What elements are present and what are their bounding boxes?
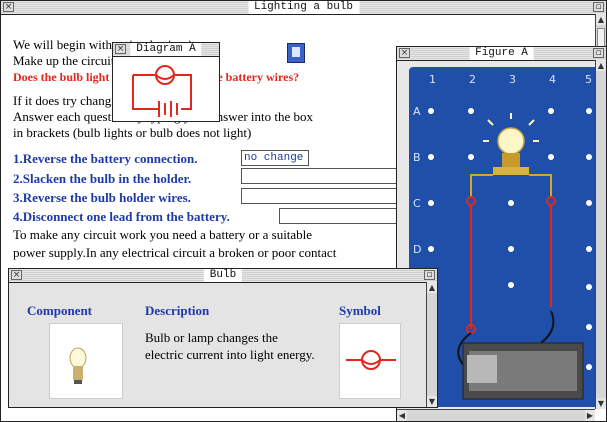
bulb-close-icon[interactable]: ×: [11, 270, 22, 280]
bulb-titlebar[interactable]: × Bulb ▫: [9, 269, 437, 283]
answer-field-1[interactable]: no change: [241, 150, 309, 166]
figure-titlebar[interactable]: × Figure A ▫: [397, 47, 606, 61]
main-title: Lighting a bulb: [247, 1, 360, 14]
scroll-left-icon[interactable]: ◀: [397, 410, 407, 421]
bulb-vertical-scrollbar[interactable]: ▲ ▼: [426, 282, 437, 407]
description-header: Description: [145, 303, 210, 318]
question-label: 1.Reverse the battery connection.: [13, 151, 198, 166]
text-line: in brackets (bulb lights or bulb does no…: [13, 125, 252, 140]
question-label: 2.Slacken the bulb in the holder.: [13, 171, 192, 186]
diagram-title: Diagram A: [130, 43, 202, 56]
answer-field-2[interactable]: [241, 168, 413, 184]
symbol-header: Symbol: [339, 303, 381, 318]
main-toggle-size-icon[interactable]: ▫: [593, 2, 604, 12]
figure-title: Figure A: [469, 47, 534, 60]
question-label: 3.Reverse the bulb holder wires.: [13, 190, 191, 205]
main-close-icon[interactable]: ×: [3, 2, 14, 12]
figure-close-icon[interactable]: ×: [399, 48, 410, 58]
picture-icon[interactable]: [287, 43, 305, 63]
component-header: Component: [27, 303, 93, 318]
question-label: 4.Disconnect one lead from the battery.: [13, 209, 230, 224]
diagram-close-icon[interactable]: ×: [115, 44, 126, 54]
answer-field-3[interactable]: [241, 188, 413, 204]
scroll-right-icon[interactable]: ▶: [585, 410, 595, 421]
scroll-up-icon[interactable]: ▲: [596, 14, 606, 25]
figure-horizontal-scrollbar[interactable]: ◀ ▶: [397, 409, 595, 421]
symbol-cell: [339, 323, 401, 399]
answer-field-4[interactable]: [279, 208, 413, 224]
scroll-down-icon[interactable]: ▼: [427, 396, 437, 407]
scroll-up-icon[interactable]: ▲: [596, 60, 606, 71]
scroll-down-icon[interactable]: ▼: [596, 398, 606, 409]
diagram-titlebar[interactable]: × Diagram A: [113, 43, 219, 57]
figure-toggle-size-icon[interactable]: ▫: [593, 48, 604, 58]
bulb-title: Bulb: [203, 269, 243, 282]
text-line: power supply.In any electrical circuit a…: [13, 245, 337, 260]
bulb-symbol-icon: [346, 350, 396, 370]
scroll-up-icon[interactable]: ▲: [427, 282, 437, 293]
bulb-toggle-size-icon[interactable]: ▫: [424, 270, 435, 280]
bulb-window: × Bulb ▫ Component Description Symbol Bu…: [8, 268, 438, 408]
text-line: To make any circuit work you need a batt…: [13, 227, 313, 242]
component-cell: [49, 323, 123, 399]
figure-vertical-scrollbar[interactable]: ▲ ▼: [595, 60, 606, 409]
main-titlebar[interactable]: × Lighting a bulb ▫: [1, 1, 606, 15]
bulb-description: Bulb or lamp changes the electric curren…: [145, 330, 315, 362]
circuit-diagram: [132, 65, 192, 117]
lightbulb-icon: [69, 347, 87, 384]
diagram-window: × Diagram A: [112, 42, 220, 122]
